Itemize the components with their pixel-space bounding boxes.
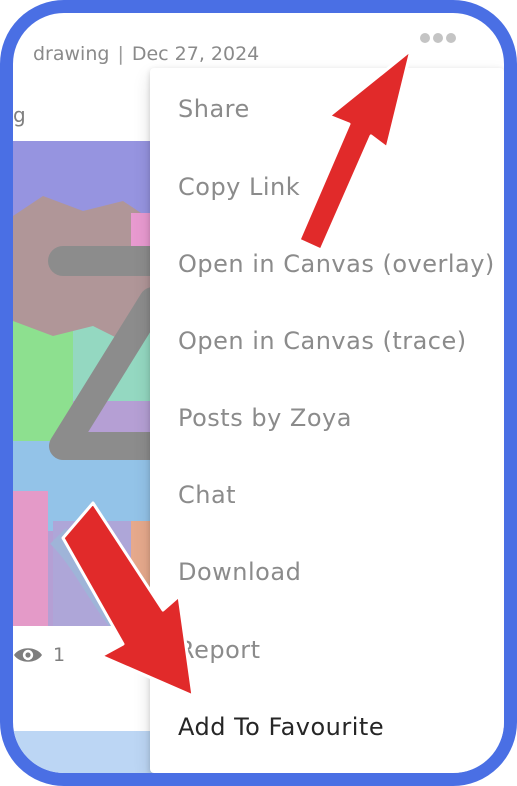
post-caption-fragment: g (13, 103, 26, 127)
more-horizontal-icon[interactable] (420, 33, 456, 43)
post-view: drawing | Dec 27, 2024 g 1 Share Copy Li… (13, 13, 504, 773)
menu-item-report[interactable]: Report (178, 636, 261, 664)
menu-item-chat[interactable]: Chat (178, 481, 236, 509)
menu-dot (420, 33, 430, 43)
view-count: 1 (53, 644, 66, 666)
eye-icon (14, 648, 42, 662)
menu-item-add-to-favourite[interactable]: Add To Favourite (178, 713, 384, 741)
menu-item-posts-by-user[interactable]: Posts by Zoya (178, 404, 352, 432)
menu-item-open-canvas-trace[interactable]: Open in Canvas (trace) (178, 327, 467, 355)
menu-dot (433, 33, 443, 43)
menu-item-open-canvas-overlay[interactable]: Open in Canvas (overlay) (178, 250, 495, 278)
post-category[interactable]: drawing (33, 43, 109, 65)
post-artwork-image[interactable] (13, 141, 153, 626)
artwork-drawing (13, 141, 153, 626)
post-date: Dec 27, 2024 (131, 43, 260, 65)
post-meta: drawing | Dec 27, 2024 (33, 43, 259, 65)
menu-item-download[interactable]: Download (178, 558, 301, 586)
screenshot-frame: drawing | Dec 27, 2024 g 1 Share Copy Li… (0, 0, 517, 786)
post-views: 1 (13, 644, 65, 666)
post-options-menu: Share Copy Link Open in Canvas (overlay)… (150, 68, 504, 773)
menu-item-copy-link[interactable]: Copy Link (178, 173, 300, 201)
meta-separator: | (117, 43, 124, 65)
menu-item-share[interactable]: Share (178, 95, 250, 123)
menu-dot (446, 33, 456, 43)
